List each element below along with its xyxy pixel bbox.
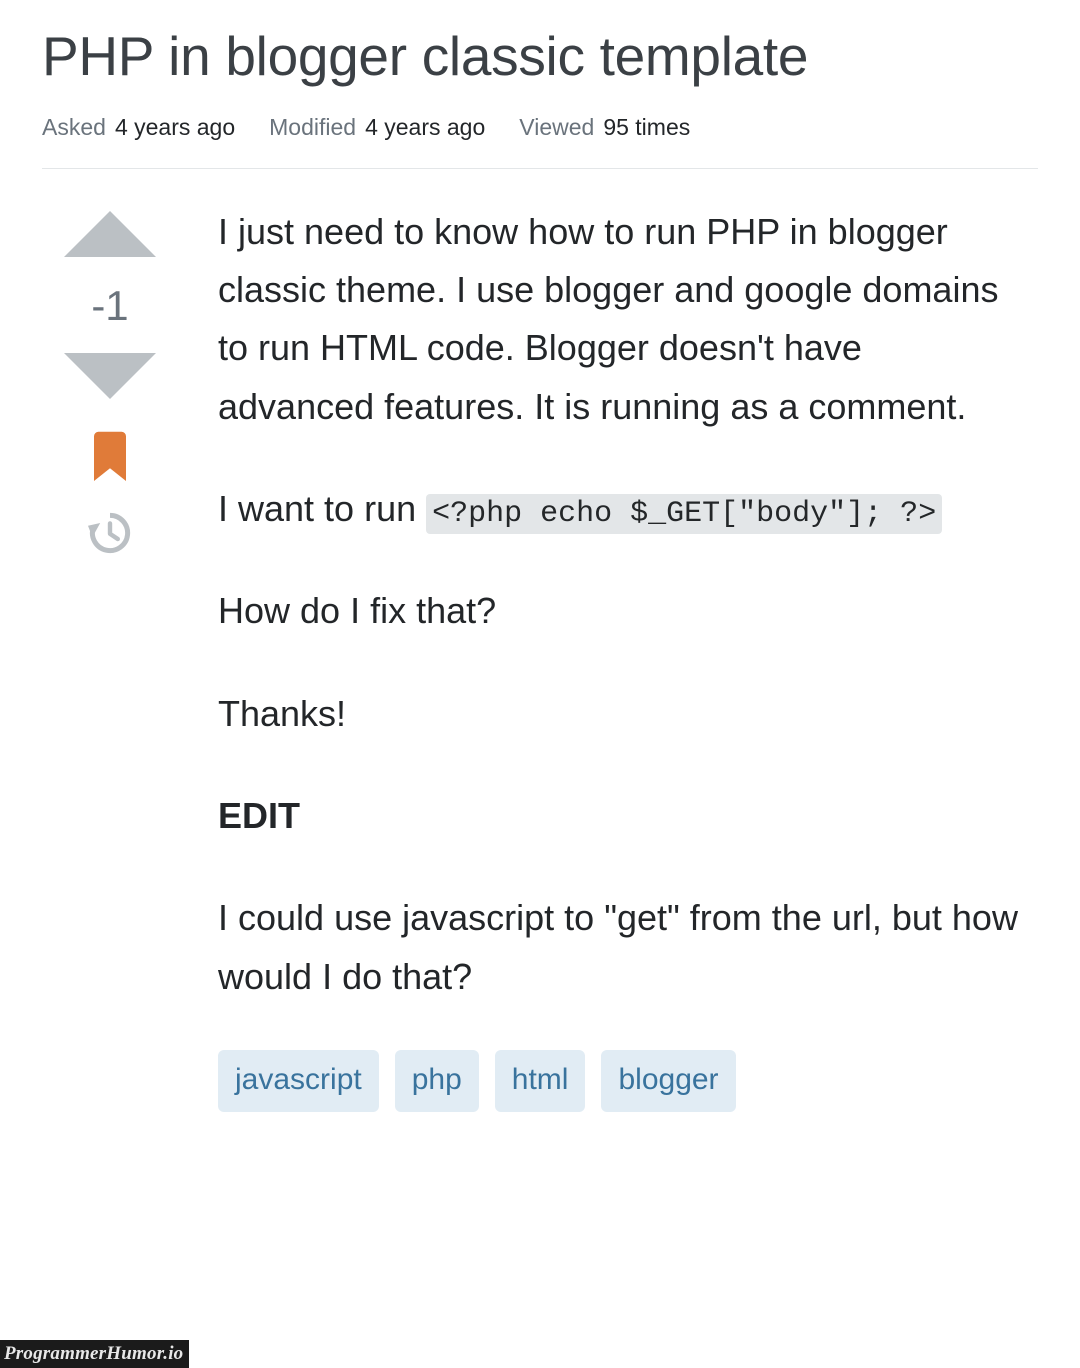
tag-php[interactable]: php (394, 1050, 479, 1112)
post-paragraph-1: I just need to know how to run PHP in bl… (218, 210, 999, 427)
edit-heading: EDIT (218, 795, 301, 837)
history-clock-icon[interactable] (86, 509, 134, 557)
question-header: PHP in blogger classic template Asked 4 … (0, 0, 1080, 141)
triangle-up-icon[interactable] (64, 210, 156, 257)
post-body: I just need to know how to run PHP in bl… (178, 203, 1040, 1112)
post-paragraph-5: I could use javascript to "get" from the… (218, 897, 1018, 997)
question-post: -1 I just need to know how to run PHP in… (0, 169, 1080, 1112)
meta-viewed-value: 95 times (603, 113, 691, 140)
tag-html[interactable]: html (494, 1050, 586, 1112)
meta-modified: Modified 4 years ago (269, 114, 485, 141)
tag-blogger[interactable]: blogger (601, 1050, 736, 1112)
meta-viewed-label: Viewed (519, 113, 595, 140)
bookmark-icon[interactable] (90, 431, 130, 483)
post-paragraph-2-text: I want to run (218, 487, 427, 529)
meta-modified-value: 4 years ago (365, 113, 486, 140)
tag-list: javascript php html blogger (218, 1050, 1040, 1112)
post-paragraph-4: Thanks! (218, 692, 347, 734)
inline-code-snippet: <?php echo $_GET["body"]; ?> (426, 493, 943, 534)
tag-javascript[interactable]: javascript (218, 1050, 379, 1112)
page-title: PHP in blogger classic template (42, 25, 809, 87)
vote-score: -1 (91, 281, 129, 329)
triangle-down-icon[interactable] (64, 352, 156, 399)
meta-asked-label: Asked (42, 113, 106, 140)
watermark: ProgrammerHumor.io (0, 1340, 190, 1368)
post-paragraph-2: I want to run <?php echo $_GET["body"]; … (218, 480, 1018, 539)
post-paragraph-3: How do I fix that? (218, 590, 497, 632)
meta-asked: Asked 4 years ago (42, 114, 235, 141)
meta-modified-label: Modified (269, 113, 357, 140)
vote-cell: -1 (42, 203, 178, 557)
question-meta: Asked 4 years ago Modified 4 years ago V… (42, 114, 1038, 141)
meta-viewed: Viewed 95 times (519, 114, 690, 141)
meta-asked-value: 4 years ago (114, 113, 236, 140)
